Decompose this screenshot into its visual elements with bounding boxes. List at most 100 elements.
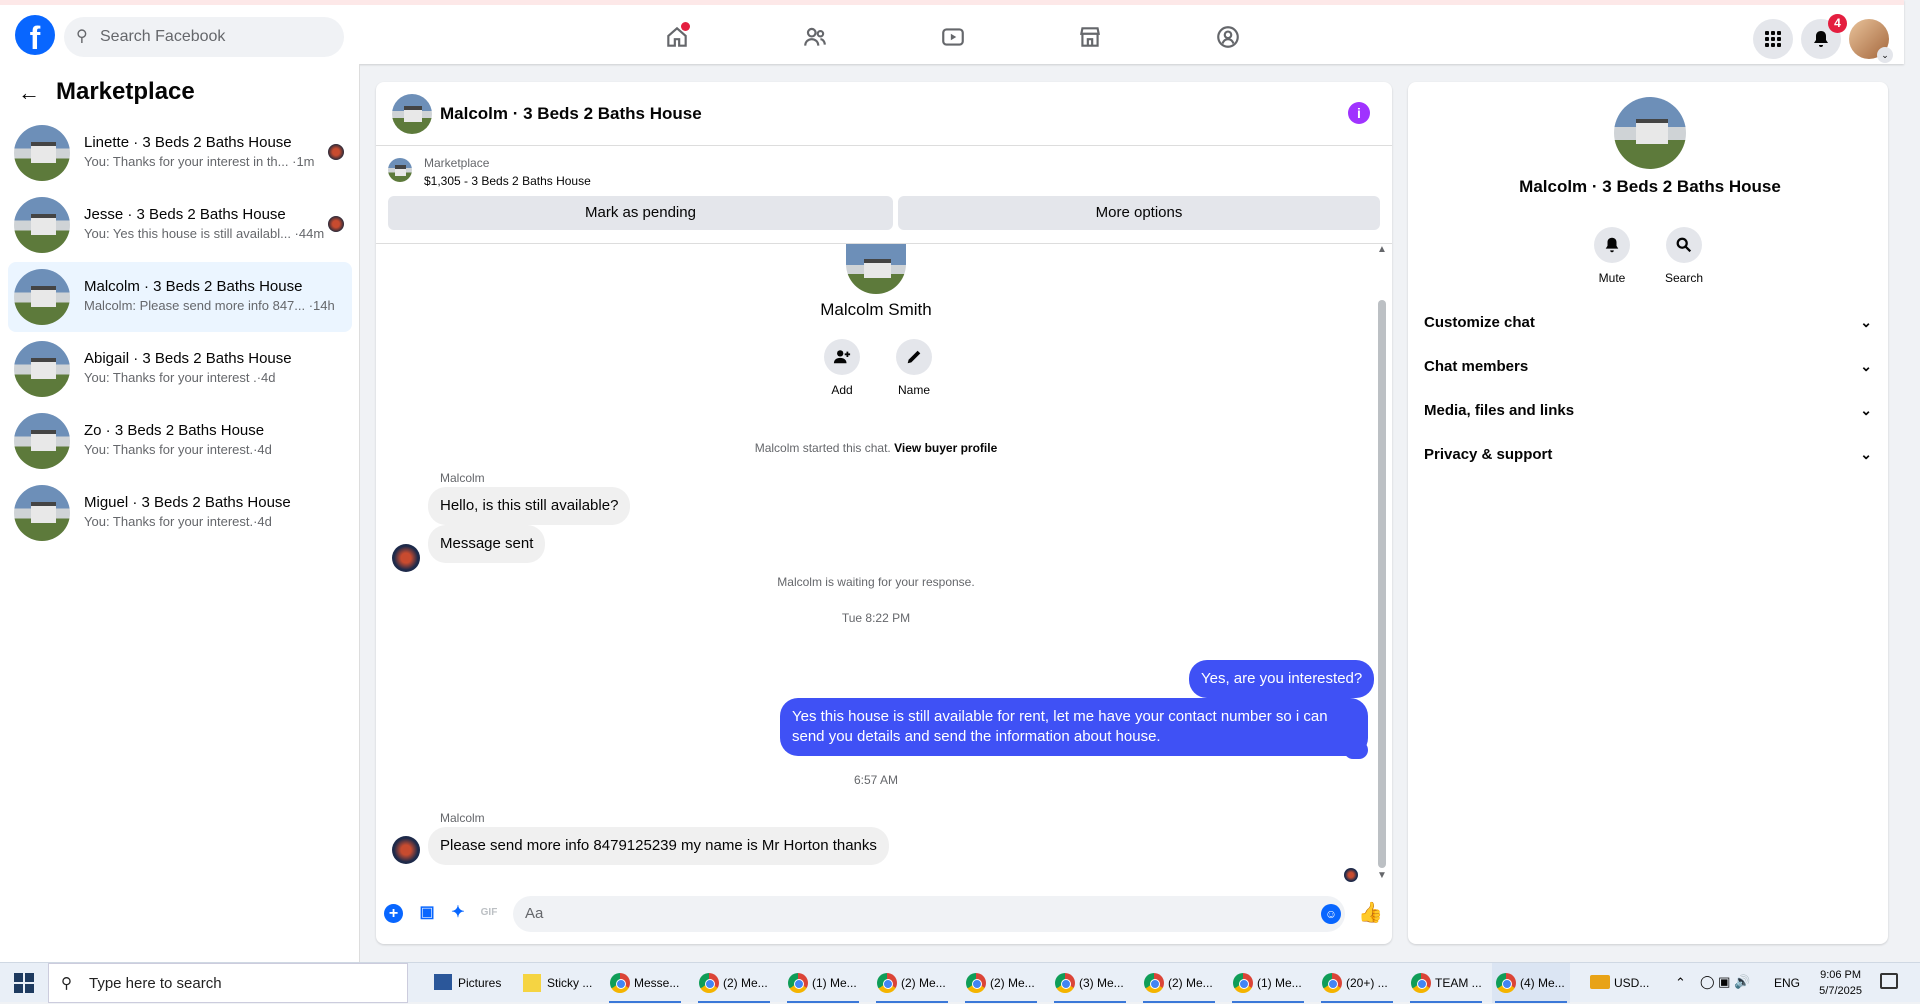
conversation-item[interactable]: Linette · 3 Beds 2 Baths House You: Than… [8,118,352,188]
thumbs-up-icon[interactable]: 👍 [1358,902,1383,924]
view-buyer-profile-link[interactable]: View buyer profile [894,441,997,455]
chrome-icon [1233,973,1253,993]
listing-thumbnail [14,269,70,325]
chat-members-section[interactable]: Chat members ⌄ [1424,358,1872,375]
sender-avatar[interactable] [392,544,420,572]
listing-thumbnail [14,125,70,181]
profile-avatar[interactable]: ⌄ [1849,19,1893,63]
conversation-item-active[interactable]: Malcolm · 3 Beds 2 Baths House Malcolm: … [8,262,352,332]
taskbar-search-input[interactable]: ⚲ Type here to search [48,963,408,1003]
taskbar-item[interactable]: Messe... [606,963,684,1003]
plus-icon[interactable]: + [384,904,403,923]
incoming-message[interactable]: Hello, is this still available? [428,487,631,525]
taskbar-label: Sticky ... [547,976,593,990]
taskbar-item[interactable]: (1) Me... [1229,963,1307,1003]
outgoing-message[interactable]: Yes, are you interested? [1189,660,1375,698]
facebook-logo[interactable]: f [15,15,55,56]
outgoing-message-long[interactable]: Yes this house is still available for re… [780,698,1368,756]
conversation-item[interactable]: Zo · 3 Beds 2 Baths House You: Thanks fo… [8,406,352,476]
chevron-up-icon[interactable]: ⌃ [1675,975,1686,991]
listing-thumbnail[interactable] [388,158,412,182]
taskbar-item[interactable]: (20+) ... [1318,963,1396,1003]
taskbar-label: TEAM ... [1435,976,1482,990]
notification-center-icon[interactable] [1880,973,1898,989]
notifications-button[interactable]: 4 [1801,14,1847,59]
system-tray-icons[interactable]: ◯ ▣ 🔊 [1700,974,1750,990]
details-thumbnail [1614,97,1686,169]
taskbar-item[interactable]: (1) Me... [784,963,862,1003]
scroll-down-arrow-icon[interactable]: ▼ [1377,870,1387,881]
conversation-item[interactable]: Abigail · 3 Beds 2 Baths House You: Than… [8,334,352,404]
search-icon: ⚲ [61,975,72,992]
groups-tab[interactable] [1208,17,1248,57]
name-button[interactable]: Name [894,339,934,397]
windows-start-icon[interactable] [14,973,34,993]
chat-title[interactable]: Malcolm · 3 Beds 2 Baths House [440,104,702,124]
chat-details-panel: Malcolm · 3 Beds 2 Baths House Mute Sear… [1408,82,1888,944]
search-conversation-button[interactable]: Search [1654,227,1714,285]
chat-started-notice: Malcolm started this chat. View buyer pr… [376,441,1376,455]
taskbar-item[interactable]: Sticky ... [519,963,599,1003]
chat-header-thumbnail[interactable] [392,94,432,134]
info-icon[interactable]: i [1348,102,1370,124]
menu-button[interactable] [1753,19,1793,59]
conversation-item[interactable]: Miguel · 3 Beds 2 Baths House You: Thank… [8,478,352,548]
money-icon [1590,975,1610,989]
listing-title[interactable]: $1,305 - 3 Beds 2 Baths House [424,174,591,188]
friends-tab[interactable] [795,17,835,57]
search-input[interactable]: ⚲ Search Facebook [64,17,344,57]
add-button[interactable]: Add [822,339,862,397]
more-options-button[interactable]: More options [898,196,1380,230]
taskbar-item[interactable]: (3) Me... [1051,963,1129,1003]
search-label: Search [1664,271,1704,285]
conversation-title: Zo · 3 Beds 2 Baths House [84,422,265,439]
message-input[interactable]: Aa [513,896,1345,932]
top-navigation-bar: f ⚲ Search Facebook 4 ⌄ [0,0,1904,64]
chrome-icon [1496,973,1516,993]
timestamp: 6:57 AM [853,773,899,787]
taskbar-item-active[interactable]: (4) Me... [1492,963,1570,1003]
marketplace-tab[interactable] [1070,17,1110,57]
taskbar-item[interactable]: (2) Me... [695,963,773,1003]
conversation-snippet: You: Thanks for your interest in th... ·… [84,154,315,169]
system-clock[interactable]: 9:06 PM 5/7/2025 [1819,967,1862,999]
language-indicator[interactable]: ENG [1774,976,1800,990]
currency-widget[interactable]: USD... [1586,963,1666,1003]
photo-icon[interactable]: ▣ [416,902,438,924]
folder-icon [434,974,452,990]
conversation-item[interactable]: Jesse · 3 Beds 2 Baths House You: Yes th… [8,190,352,260]
media-files-links-section[interactable]: Media, files and links ⌄ [1424,402,1872,419]
windows-taskbar: ⚲ Type here to search Pictures Sticky ...… [0,962,1920,1003]
taskbar-label: (1) Me... [1257,976,1302,990]
scroll-up-arrow-icon[interactable]: ▲ [1377,244,1387,255]
chevron-down-icon: ⌄ [1860,314,1872,330]
taskbar-item[interactable]: TEAM ... [1407,963,1485,1003]
taskbar-item[interactable]: (2) Me... [962,963,1040,1003]
taskbar-item[interactable]: Pictures [430,963,510,1003]
emoji-icon[interactable]: ☺ [1321,904,1341,924]
customize-chat-section[interactable]: Customize chat ⌄ [1424,314,1872,331]
clock-date: 5/7/2025 [1819,985,1862,997]
incoming-message[interactable]: Message sent [428,525,546,563]
message-placeholder: Aa [525,905,544,922]
taskbar-item[interactable]: (2) Me... [1140,963,1218,1003]
chrome-icon [966,973,986,993]
listing-thumbnail [14,413,70,469]
sticker-icon[interactable]: ✦ [447,902,469,924]
incoming-message[interactable]: Please send more info 8479125239 my name… [428,827,889,865]
video-tab[interactable] [933,17,973,57]
mute-button[interactable]: Mute [1582,227,1642,285]
sender-avatar[interactable] [392,836,420,864]
message-composer: + ▣ ✦ GIF Aa ☺ 👍 [376,884,1392,944]
started-text: Malcolm started this chat. [754,441,891,455]
taskbar-item[interactable]: (2) Me... [873,963,951,1003]
privacy-support-section[interactable]: Privacy & support ⌄ [1424,446,1872,463]
gif-icon[interactable]: GIF [478,902,500,924]
back-arrow-icon[interactable]: ← [18,80,40,106]
section-label: Media, files and links [1424,402,1575,419]
scrollbar[interactable] [1378,300,1386,868]
mark-as-pending-button[interactable]: Mark as pending [388,196,893,230]
home-tab[interactable] [657,17,697,57]
marketplace-icon [1080,27,1100,47]
chrome-icon [788,973,808,993]
